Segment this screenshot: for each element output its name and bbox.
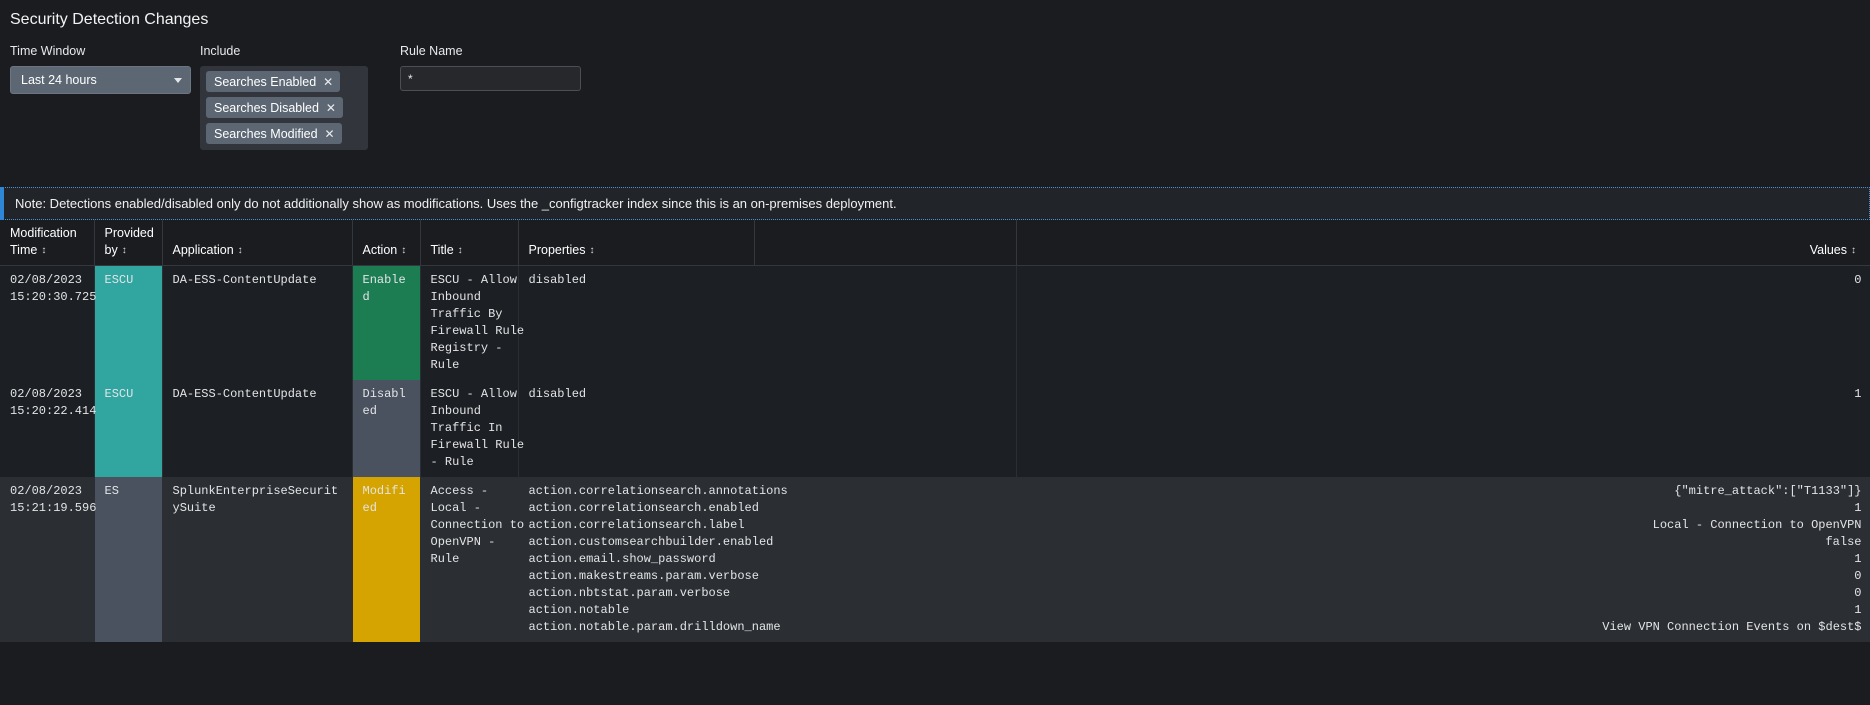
cell-modification-time: 02/08/2023 15:21:19.596	[0, 477, 96, 642]
chip-label: Searches Enabled	[214, 74, 317, 89]
column-label: Values	[1809, 243, 1847, 257]
sort-icon[interactable]: ↕	[1851, 246, 1856, 256]
column-header-provided-by[interactable]: Provided by ↕	[94, 220, 163, 266]
results-table: Modification Time ↕ Provided by ↕ Applicat…	[0, 220, 1870, 642]
sort-icon[interactable]: ↕	[41, 246, 46, 256]
cell-provided-by: ESCU	[94, 265, 163, 380]
cell-action: Disabled	[352, 380, 421, 477]
cell-modification-time: 02/08/2023 15:20:30.725	[0, 265, 96, 380]
time-window-select[interactable]: Last 24 hours	[10, 66, 191, 94]
note-banner: Note: Detections enabled/disabled only d…	[0, 187, 1870, 220]
time-window-filter: Time Window Last 24 hours	[10, 44, 200, 94]
cell-provided-by: ES	[94, 477, 163, 642]
rule-name-label: Rule Name	[400, 44, 463, 58]
cell-action: Modified	[352, 477, 421, 642]
cell-values: 0	[1016, 265, 1870, 380]
column-label: Properties	[528, 243, 586, 257]
page-title: Security Detection Changes	[10, 11, 209, 28]
cell-properties: disabled	[518, 380, 1017, 477]
chip-label: Searches Disabled	[214, 100, 319, 115]
column-header-application[interactable]: Application ↕	[162, 220, 353, 266]
include-chip-searches-modified[interactable]: Searches Modified ✕	[206, 123, 342, 144]
cell-application: DA-ESS-ContentUpdate	[162, 265, 353, 380]
rule-name-input[interactable]	[400, 66, 581, 91]
time-window-value: Last 24 hours	[21, 73, 97, 87]
column-label: Application	[172, 243, 234, 257]
column-header-title[interactable]: Title ↕	[420, 220, 519, 266]
table-row[interactable]: 02/08/2023 15:20:30.725 ESCU DA-ESS-Cont…	[0, 265, 1870, 380]
sort-icon[interactable]: ↕	[238, 246, 243, 256]
include-filter: Include Searches Enabled ✕ Searches Disa…	[200, 44, 400, 150]
include-label: Include	[200, 44, 241, 58]
cell-provided-by: ESCU	[94, 380, 163, 477]
time-window-label: Time Window	[10, 44, 86, 58]
cell-application: SplunkEnterpriseSecuritySuite	[162, 477, 353, 642]
note-text: Note: Detections enabled/disabled only d…	[15, 195, 897, 211]
rule-name-filter: Rule Name	[400, 44, 600, 91]
dashboard-root: Security Detection Changes Time Window L…	[0, 0, 1870, 642]
cell-title: ESCU - Allow Inbound Traffic By Firewall…	[420, 265, 524, 380]
sort-icon[interactable]: ↕	[122, 246, 127, 256]
column-label: Title	[430, 243, 454, 257]
cell-properties: action.correlationsearch.annotations act…	[518, 477, 1017, 642]
cell-action: Enabled	[352, 265, 421, 380]
column-header-modification-time[interactable]: Modification Time ↕	[0, 220, 95, 266]
column-header-values[interactable]: Values ↕	[1016, 220, 1870, 266]
cell-values: 1	[1016, 380, 1870, 477]
include-chip-searches-disabled[interactable]: Searches Disabled ✕	[206, 97, 343, 118]
table-row[interactable]: 02/08/2023 15:21:19.596 ES SplunkEnterpr…	[0, 477, 1870, 642]
cell-application: DA-ESS-ContentUpdate	[162, 380, 353, 477]
column-header-spacer	[754, 220, 1017, 266]
cell-title: Access - Local - Connection to OpenVPN -…	[420, 477, 524, 642]
sort-icon[interactable]: ↕	[458, 246, 463, 256]
column-label: Provided by	[104, 226, 154, 257]
include-chips-container[interactable]: Searches Enabled ✕ Searches Disabled ✕ S…	[200, 66, 368, 150]
column-header-action[interactable]: Action ↕	[352, 220, 421, 266]
close-icon[interactable]: ✕	[325, 128, 335, 140]
chevron-down-icon	[174, 77, 182, 83]
cell-values: {"mitre_attack":["T1133"]} 1 Local - Con…	[1016, 477, 1870, 642]
cell-modification-time: 02/08/2023 15:20:22.414	[0, 380, 96, 477]
column-label: Action	[362, 243, 398, 257]
sort-icon[interactable]: ↕	[589, 246, 594, 256]
include-chip-searches-enabled[interactable]: Searches Enabled ✕	[206, 71, 341, 92]
cell-title: ESCU - Allow Inbound Traffic In Firewall…	[420, 380, 524, 477]
filter-bar: Time Window Last 24 hours Include Search…	[0, 30, 1870, 150]
chip-label: Searches Modified	[214, 126, 318, 141]
close-icon[interactable]: ✕	[326, 102, 336, 114]
table-header-row: Modification Time ↕ Provided by ↕ Applicat…	[0, 220, 1870, 266]
table-row[interactable]: 02/08/2023 15:20:22.414 ESCU DA-ESS-Cont…	[0, 380, 1870, 477]
sort-icon[interactable]: ↕	[401, 246, 406, 256]
close-icon[interactable]: ✕	[323, 76, 333, 88]
cell-properties: disabled	[518, 265, 1017, 380]
column-header-properties[interactable]: Properties ↕	[518, 220, 755, 266]
